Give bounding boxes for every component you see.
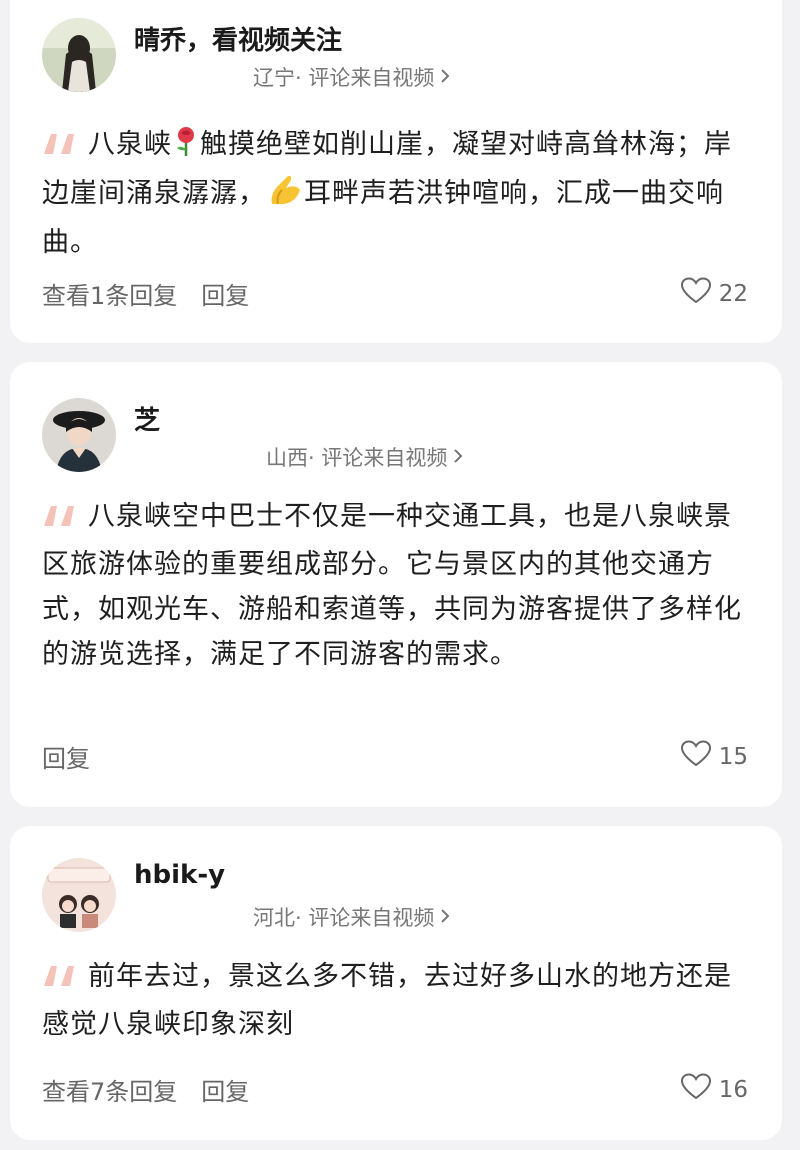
- comment-footer: 回复 15: [42, 739, 748, 774]
- quote-icon: [42, 125, 76, 170]
- source-label: · 评论来自视频: [308, 446, 448, 470]
- comment-source[interactable]: 山西 · 评论来自视频: [266, 442, 463, 472]
- reply-button[interactable]: 回复: [201, 276, 249, 311]
- like-count: 22: [718, 280, 748, 307]
- quote-icon: [42, 497, 76, 542]
- comment-source[interactable]: 河北 · 评论来自视频: [253, 902, 450, 932]
- author-name[interactable]: 晴乔，看视频关注: [134, 20, 342, 57]
- avatar[interactable]: [42, 858, 116, 932]
- chevron-right-icon: [440, 65, 450, 89]
- comment-card: hbik-y 河北 · 评论来自视频 前年去过，景这么多不错，去过好多山水的地方…: [10, 826, 782, 1140]
- view-replies-link[interactable]: 查看1条回复: [42, 276, 177, 311]
- comment-footer: 查看7条回复 回复 16: [42, 1072, 748, 1107]
- comment-card: 芝 山西 · 评论来自视频 八泉峡空中巴士不仅是一种交通工具，也是八泉峡景区旅游…: [10, 362, 782, 807]
- rose-icon: [172, 125, 200, 171]
- author-name[interactable]: 芝: [134, 400, 160, 437]
- like-button[interactable]: 15: [680, 740, 748, 773]
- chevron-right-icon: [440, 905, 450, 929]
- location-label: 河北: [253, 906, 295, 930]
- quote-icon: [42, 957, 76, 1002]
- like-button[interactable]: 16: [680, 1073, 748, 1106]
- location-label: 山西: [266, 446, 308, 470]
- author-name[interactable]: hbik-y: [134, 860, 225, 890]
- view-replies-link[interactable]: 查看7条回复: [42, 1072, 177, 1107]
- reply-button[interactable]: 回复: [42, 739, 90, 774]
- comment-source[interactable]: 辽宁 · 评论来自视频: [253, 62, 450, 92]
- chevron-right-icon: [453, 445, 463, 469]
- folded-hands-icon: [266, 174, 304, 220]
- reply-button[interactable]: 回复: [201, 1072, 249, 1107]
- avatar[interactable]: [42, 18, 116, 92]
- like-button[interactable]: 22: [680, 277, 748, 310]
- comment-text: 八泉峡 触摸绝壁如削山崖，凝望对峙高耸林海；岸边崖间涌泉潺潺， 耳畔声若洪钟喧响，汇…: [42, 122, 754, 265]
- avatar[interactable]: [42, 398, 116, 472]
- heart-icon: [680, 1073, 711, 1106]
- comment-text: 前年去过，景这么多不错，去过好多山水的地方还是感觉八泉峡印象深刻: [42, 954, 754, 1047]
- comment-card: 晴乔，看视频关注 辽宁 · 评论来自视频 八泉峡 触摸绝壁如削山崖，凝望对峙高耸林…: [10, 0, 782, 343]
- source-label: · 评论来自视频: [295, 906, 435, 930]
- location-label: 辽宁: [253, 66, 295, 90]
- source-label: · 评论来自视频: [295, 66, 435, 90]
- like-count: 16: [718, 1076, 748, 1103]
- heart-icon: [680, 740, 711, 773]
- comment-text: 八泉峡空中巴士不仅是一种交通工具，也是八泉峡景区旅游体验的重要组成部分。它与景区…: [42, 494, 754, 677]
- comment-footer: 查看1条回复 回复 22: [42, 276, 748, 311]
- like-count: 15: [718, 743, 748, 770]
- heart-icon: [680, 277, 711, 310]
